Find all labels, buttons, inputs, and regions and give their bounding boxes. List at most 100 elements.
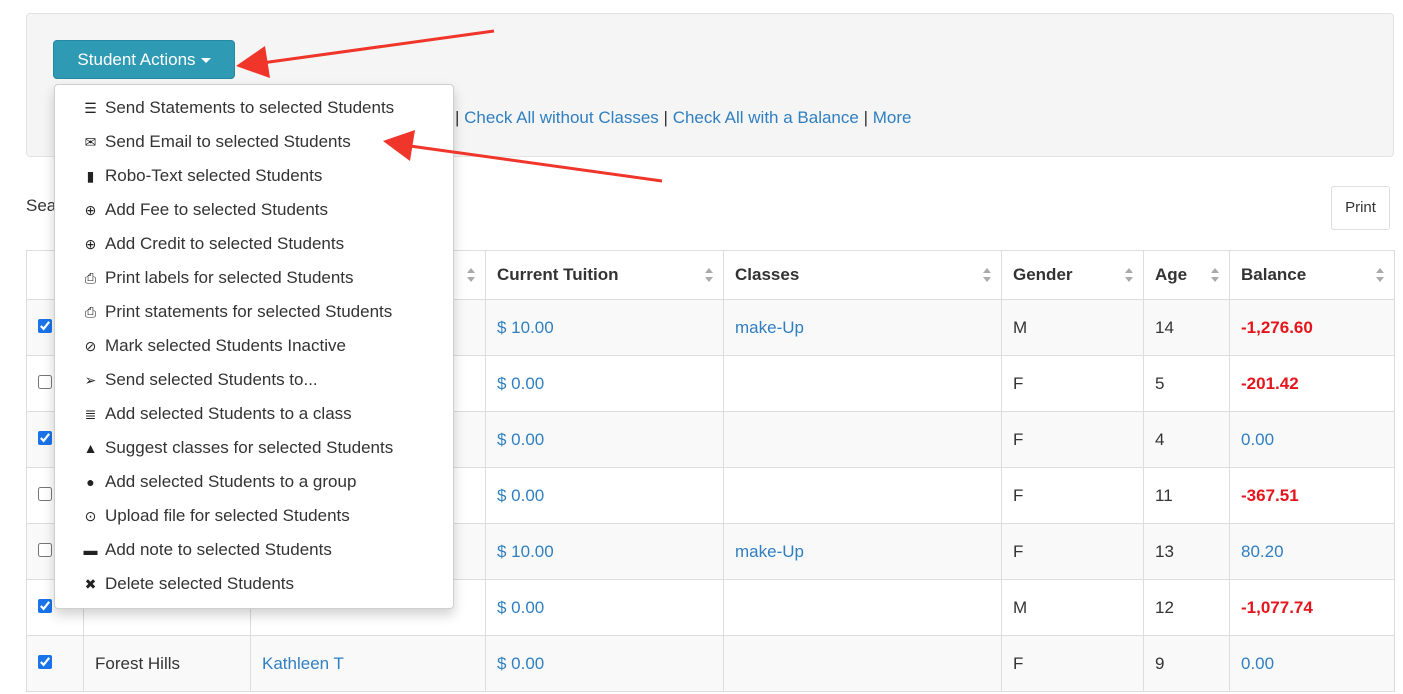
gender-cell: F [1001,411,1144,468]
sort-icon [467,268,475,282]
paper-plane-icon: ➢ [84,372,97,388]
balance-cell-text: 80.20 [1241,541,1284,561]
student-name-link[interactable]: Kathleen T [250,635,486,692]
plus-circle-icon: ⊕ [84,202,97,218]
age-cell-text: 9 [1155,653,1165,673]
class-link[interactable] [723,355,1002,412]
gender-cell-text: M [1013,597,1028,617]
menu-item[interactable]: ✖ Delete selected Students [55,567,453,601]
check-all-without-classes-link[interactable]: Check All without Classes [464,108,659,127]
table-row: Forest Hills Kathleen T $ 0.00 F 9 0.00 [26,635,1395,692]
row-checkbox[interactable] [38,430,52,445]
tuition-link-text: $ 10.00 [497,317,554,337]
caret-down-icon [200,58,211,64]
class-link[interactable]: make-Up [723,299,1002,356]
gender-cell-text: M [1013,317,1028,337]
class-link[interactable] [723,411,1002,468]
row-checkbox[interactable] [38,318,52,333]
balance-header[interactable]: Balance [1229,250,1395,300]
balance-cell-text: -1,077.74 [1241,597,1313,617]
comment-icon: ▬ [83,542,98,558]
tuition-link[interactable]: $ 0.00 [485,635,724,692]
tuition-link[interactable]: $ 0.00 [485,411,724,468]
check-all-with-balance-link[interactable]: Check All with a Balance [673,108,859,127]
class-link[interactable] [723,635,1002,692]
gender-cell: M [1001,579,1144,636]
tuition-link[interactable]: $ 0.00 [485,467,724,524]
sort-icon [1211,268,1219,282]
gender-cell-text: F [1013,541,1024,561]
header-label: Current Tuition [497,265,619,284]
tuition-link[interactable]: $ 10.00 [485,523,724,580]
print-button[interactable]: Print [1331,186,1390,230]
balance-cell-text: -367.51 [1241,485,1299,505]
menu-item-label: Send selected Students to... [105,370,318,389]
menu-item[interactable]: ⊕ Add Fee to selected Students [55,193,453,227]
header-label: Age [1155,265,1188,284]
row-checkbox[interactable] [38,374,52,389]
gender-header[interactable]: Gender [1001,250,1144,300]
tuition-link-text: $ 0.00 [497,653,545,673]
balance-cell: 0.00 [1229,411,1395,468]
menu-item[interactable]: ● Add selected Students to a group [55,465,453,499]
menu-item-label: Print labels for selected Students [105,268,354,287]
row-checkbox[interactable] [38,598,52,613]
road-icon: ▲ [83,440,98,456]
row-checkbox[interactable] [38,486,52,501]
list-icon: ☰ [84,100,97,116]
header-label: Balance [1241,265,1307,284]
class-link[interactable]: make-Up [723,523,1002,580]
menu-item[interactable]: ⎙ Print labels for selected Students [55,261,453,295]
menu-item[interactable]: ⊘ Mark selected Students Inactive [55,329,453,363]
check-links-row: | Check All without Classes | Check All … [455,108,911,128]
gender-cell-text: F [1013,373,1024,393]
row-checkbox[interactable] [38,542,52,557]
menu-item-label: Add note to selected Students [105,540,332,559]
menu-item[interactable]: ▲ Suggest classes for selected Students [55,431,453,465]
balance-cell: 80.20 [1229,523,1395,580]
student-actions-menu: ☰ Send Statements to selected Students ✉ Se… [54,84,454,609]
age-cell: 14 [1143,299,1230,356]
menu-item[interactable]: ⊕ Add Credit to selected Students [55,227,453,261]
menu-item-label: Delete selected Students [105,574,295,593]
current-tuition-header[interactable]: Current Tuition [485,250,724,300]
menu-item-label: Add Credit to selected Students [105,234,345,253]
tuition-link-text: $ 0.00 [497,429,545,449]
menu-item[interactable]: ⊙ Upload file for selected Students [55,499,453,533]
upload-icon: ⊙ [84,508,97,524]
menu-item-label: Add selected Students to a group [105,472,357,491]
link-separator: | [863,108,868,127]
tuition-link-text: $ 0.00 [497,597,545,617]
menu-item[interactable]: ✉ Send Email to selected Students [55,125,453,159]
menu-item[interactable]: ☰ Send Statements to selected Students [55,91,453,125]
x-icon: ✖ [84,576,97,592]
signal-icon: ▮ [86,168,95,184]
class-link[interactable] [723,467,1002,524]
menu-item-label: Robo-Text selected Students [105,166,323,185]
menu-item[interactable]: ▬ Add note to selected Students [55,533,453,567]
gender-cell: M [1001,299,1144,356]
menu-item-label: Send Statements to selected Students [105,98,395,117]
balance-cell-text: -201.42 [1241,373,1299,393]
classes-header[interactable]: Classes [723,250,1002,300]
tuition-link[interactable]: $ 0.00 [485,579,724,636]
tuition-link[interactable]: $ 10.00 [485,299,724,356]
gender-cell: F [1001,467,1144,524]
class-link-text: make-Up [735,317,804,337]
age-header[interactable]: Age [1143,250,1230,300]
menu-item[interactable]: ▮ Robo-Text selected Students [55,159,453,193]
class-link[interactable] [723,579,1002,636]
student-actions-button[interactable]: Student Actions [53,40,235,79]
menu-item[interactable]: ≣ Add selected Students to a class [55,397,453,431]
header-label: Gender [1013,265,1073,284]
age-cell-text: 12 [1155,597,1174,617]
more-link[interactable]: More [873,108,912,127]
tuition-link-text: $ 0.00 [497,485,545,505]
row-checkbox[interactable] [38,654,52,669]
tuition-link[interactable]: $ 0.00 [485,355,724,412]
age-cell-text: 14 [1155,317,1174,337]
printer-icon: ⎙ [84,304,97,320]
balance-cell: -367.51 [1229,467,1395,524]
menu-item[interactable]: ➢ Send selected Students to... [55,363,453,397]
menu-item[interactable]: ⎙ Print statements for selected Students [55,295,453,329]
